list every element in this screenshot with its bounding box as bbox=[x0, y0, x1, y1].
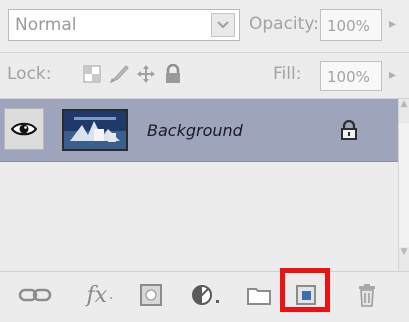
layer-name[interactable]: Background bbox=[147, 121, 243, 140]
layer-style-fx-icon[interactable]: fx. bbox=[80, 282, 120, 308]
lock-transparent-pixels-icon[interactable] bbox=[81, 63, 103, 85]
layer-thumbnail bbox=[62, 109, 128, 151]
blend-mode-value: Normal bbox=[15, 15, 77, 35]
opacity-value: 100% bbox=[327, 17, 370, 35]
fill-input[interactable]: 100% bbox=[320, 61, 382, 91]
opacity-slider-arrow-icon[interactable]: ▸ bbox=[389, 16, 396, 32]
link-layers-icon[interactable] bbox=[18, 282, 52, 308]
lock-image-pixels-icon[interactable] bbox=[108, 63, 130, 85]
fx-label: fx bbox=[86, 282, 108, 308]
layers-list: Background bbox=[0, 99, 398, 269]
layer-row-background[interactable]: Background bbox=[0, 99, 398, 162]
chevron-down-icon[interactable] bbox=[211, 13, 235, 37]
blend-mode-select[interactable]: Normal bbox=[8, 9, 240, 41]
opacity-label: Opacity: bbox=[249, 14, 319, 34]
scroll-down-icon[interactable]: ▼ bbox=[399, 247, 409, 271]
blend-opacity-row: Normal Opacity: 100% ▸ bbox=[0, 0, 409, 53]
scroll-up-icon[interactable]: ▲ bbox=[399, 99, 409, 123]
layers-panel: Normal Opacity: 100% ▸ Lock: Fill: 100% … bbox=[0, 0, 409, 322]
opacity-input[interactable]: 100% bbox=[320, 9, 382, 41]
visibility-toggle[interactable] bbox=[4, 108, 44, 150]
adjustment-layer-icon[interactable] bbox=[190, 282, 224, 308]
fill-value: 100% bbox=[327, 68, 370, 86]
new-group-icon[interactable] bbox=[246, 282, 272, 308]
fill-label: Fill: bbox=[273, 64, 302, 84]
delete-layer-icon[interactable] bbox=[354, 282, 380, 308]
layer-mask-icon[interactable] bbox=[138, 282, 164, 308]
lock-fill-row: Lock: Fill: 100% ▸ bbox=[0, 53, 409, 99]
fill-slider-arrow-icon[interactable]: ▸ bbox=[389, 67, 396, 83]
layer-locked-icon bbox=[340, 119, 360, 140]
new-layer-highlight-box bbox=[280, 268, 330, 312]
lock-label: Lock: bbox=[7, 64, 52, 84]
layers-scrollbar[interactable]: ▲ ▼ bbox=[398, 99, 409, 271]
lock-all-icon[interactable] bbox=[162, 63, 184, 85]
lock-position-icon[interactable] bbox=[135, 63, 157, 85]
eye-icon bbox=[11, 122, 37, 136]
layers-toolbar: fx. bbox=[0, 271, 409, 322]
